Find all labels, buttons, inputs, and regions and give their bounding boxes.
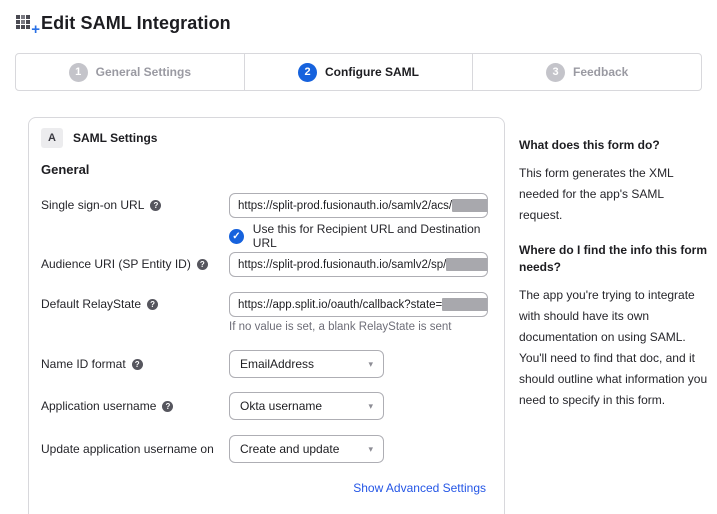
help-body: The app you're trying to integrate with … [519,285,709,411]
wizard-steps-bar: 1 General Settings 2 Configure SAML 3 Fe… [15,53,702,91]
step-2-label: Configure SAML [325,65,419,79]
audience-uri-input[interactable]: https://split-prod.fusionauth.io/samlv2/… [229,252,488,277]
help-heading: Where do I find the info this form needs… [519,242,709,276]
audience-uri-help-icon[interactable]: ? [197,259,208,270]
name-id-format-value: EmailAddress [240,357,314,371]
application-username-select[interactable]: Okta username ▾ [229,392,384,420]
default-relaystate-input[interactable]: https://app.split.io/oauth/callback?stat… [229,292,488,317]
audience-uri-label: Audience URI (SP Entity ID) ? [41,257,208,271]
step-general-settings[interactable]: 1 General Settings [16,54,244,90]
step-feedback[interactable]: 3 Feedback [472,54,701,90]
step-3-number: 3 [546,63,565,82]
show-advanced-settings-link[interactable]: Show Advanced Settings [353,481,486,495]
chevron-down-icon: ▾ [368,359,373,370]
help-body: This form generates the XML needed for t… [519,163,709,226]
default-relaystate-help-icon[interactable]: ? [147,299,158,310]
step-3-label: Feedback [573,65,628,79]
general-group-heading: General [41,162,89,177]
recipient-checkbox[interactable]: ✓ [229,229,244,244]
section-a-badge: A [41,128,63,148]
application-username-value: Okta username [240,399,322,413]
section-title: SAML Settings [73,131,157,145]
name-id-format-help-icon[interactable]: ? [132,359,143,370]
default-relaystate-value: https://app.split.io/oauth/callback?stat… [238,299,442,311]
redacted-value [446,258,488,271]
sso-url-help-icon[interactable]: ? [150,200,161,211]
update-app-username-value: Create and update [240,442,339,456]
name-id-format-label: Name ID format ? [41,357,143,371]
application-username-label: Application username ? [41,399,173,413]
page-title: Edit SAML Integration [41,13,231,34]
recipient-checkbox-label: Use this for Recipient URL and Destinati… [253,222,504,250]
edit-saml-integration-page: + Edit SAML Integration 1 General Settin… [0,0,717,514]
chevron-down-icon: ▾ [368,401,373,412]
saml-settings-card: A SAML Settings General Single sign-on U… [28,117,505,514]
sso-url-input[interactable]: https://split-prod.fusionauth.io/samlv2/… [229,193,488,218]
sso-url-value: https://split-prod.fusionauth.io/samlv2/… [238,200,452,212]
redacted-value [442,298,488,311]
section-header: A SAML Settings [41,128,157,148]
default-relaystate-label: Default RelayState ? [41,297,158,311]
name-id-format-select[interactable]: EmailAddress ▾ [229,350,384,378]
page-header: + Edit SAML Integration [16,12,231,34]
step-configure-saml[interactable]: 2 Configure SAML [244,54,473,90]
recipient-checkbox-row: ✓ Use this for Recipient URL and Destina… [229,222,504,250]
step-2-number: 2 [298,63,317,82]
sso-url-label: Single sign-on URL ? [41,198,161,212]
step-1-label: General Settings [96,65,191,79]
update-app-username-label: Update application username on [41,442,214,456]
relaystate-hint: If no value is set, a blank RelayState i… [229,321,451,333]
chevron-down-icon: ▾ [368,444,373,455]
update-app-username-select[interactable]: Create and update ▾ [229,435,384,463]
help-heading: What does this form do? [519,137,709,154]
audience-uri-value: https://split-prod.fusionauth.io/samlv2/… [238,259,446,271]
app-grid-plus-icon: + [16,12,38,34]
help-panel: What does this form do? This form genera… [519,137,709,427]
step-1-number: 1 [69,63,88,82]
redacted-value [452,199,488,212]
application-username-help-icon[interactable]: ? [162,401,173,412]
